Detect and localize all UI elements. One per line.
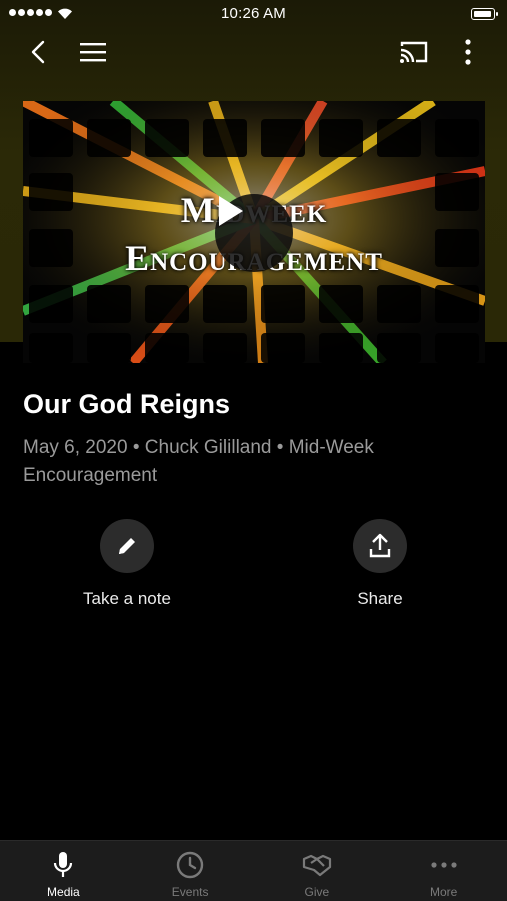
microphone-icon [54, 852, 73, 877]
cast-icon [400, 41, 428, 63]
video-thumbnail[interactable]: Midweek Encouragement [23, 101, 485, 363]
tab-more-label: More [429, 885, 458, 899]
share-circle[interactable] [353, 519, 407, 573]
menu-button[interactable] [75, 34, 111, 70]
play-icon [219, 196, 243, 226]
status-time: 10:26 AM [221, 5, 286, 22]
cast-button[interactable] [396, 34, 432, 70]
tab-media-label: Media [47, 885, 80, 899]
tab-more[interactable]: More [380, 841, 507, 901]
vertical-dots-icon [465, 39, 471, 65]
tab-events[interactable]: Events [127, 841, 254, 901]
status-bar: 10:26 AM [0, 0, 507, 28]
take-note-button[interactable]: Take a note [47, 519, 207, 609]
battery-icon [471, 8, 498, 20]
tab-events-label: Events [171, 885, 209, 899]
hamburger-menu-icon [80, 43, 106, 62]
tab-give-label: Give [304, 885, 330, 899]
sermon-title: Our God Reigns [23, 389, 231, 419]
clock-icon [176, 851, 204, 879]
back-button[interactable] [20, 34, 56, 70]
share-button[interactable]: Share [300, 519, 460, 609]
handshake-icon [302, 854, 331, 877]
tab-give[interactable]: Give [254, 841, 381, 901]
share-icon [369, 533, 391, 558]
tab-bar: Media Events Give More [0, 840, 507, 901]
chevron-left-icon [31, 40, 45, 64]
tab-media[interactable]: Media [0, 841, 127, 901]
share-label: Share [357, 589, 403, 608]
take-note-label: Take a note [83, 589, 171, 608]
sermon-meta: May 6, 2020 • Chuck Gililland • Mid-Week… [23, 437, 374, 486]
more-options-button[interactable] [450, 34, 486, 70]
pencil-icon [119, 538, 135, 554]
take-note-circle[interactable] [100, 519, 154, 573]
play-button[interactable] [215, 194, 293, 272]
more-dots-icon [431, 862, 457, 868]
